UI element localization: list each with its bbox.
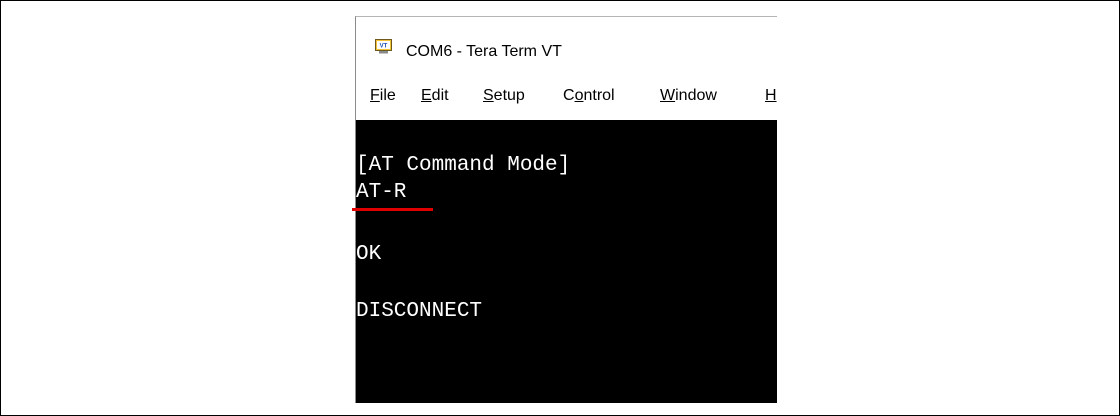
menu-setup[interactable]: Setup: [483, 87, 525, 105]
title-bar[interactable]: VT COM6 - Tera Term VT: [356, 17, 777, 73]
svg-text:VT: VT: [380, 44, 388, 50]
menu-file-rest: ile: [379, 87, 396, 104]
menu-setup-mnemonic: S: [483, 87, 494, 104]
menu-edit[interactable]: Edit: [421, 87, 449, 105]
terminal-line-disconnect: DISCONNECT: [356, 300, 483, 323]
terminal-line-mode: [AT Command Mode]: [356, 154, 571, 177]
menu-window[interactable]: Window: [660, 87, 717, 105]
menu-file-mnemonic: F: [370, 87, 380, 104]
menu-control-rest: ntrol: [583, 87, 615, 104]
terminal-line-ok: OK: [356, 243, 382, 266]
menu-control-pre: C: [563, 87, 575, 104]
command-highlight-underline: [352, 208, 433, 211]
menu-help-mnemonic: H: [765, 87, 777, 104]
terminal-line-command: AT-R: [356, 181, 407, 204]
menu-help[interactable]: H: [765, 87, 777, 105]
menu-edit-mnemonic: E: [421, 87, 432, 104]
menu-window-mnemonic: W: [660, 87, 676, 104]
window-title: COM6 - Tera Term VT: [406, 43, 562, 60]
vt-app-icon: VT: [375, 39, 392, 54]
terminal-screen[interactable]: [AT Command Mode] AT-R OK DISCONNECT: [356, 120, 777, 403]
menu-setup-rest: etup: [493, 87, 525, 104]
menu-control[interactable]: Control: [563, 87, 615, 105]
menu-window-rest: indow: [675, 87, 717, 104]
menu-file[interactable]: File: [370, 87, 396, 105]
menu-edit-rest: dit: [431, 87, 449, 104]
